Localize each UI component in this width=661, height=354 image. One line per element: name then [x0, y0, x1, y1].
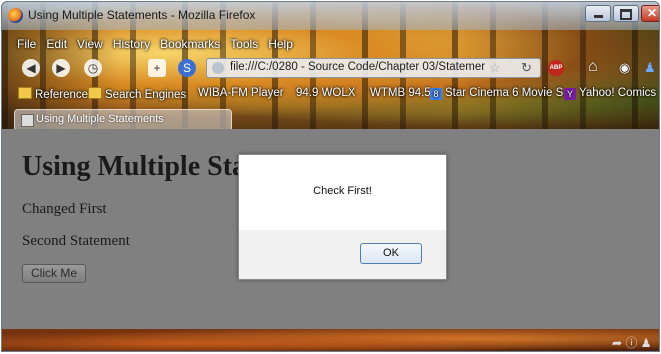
new-tab-icon[interactable]: + [148, 59, 166, 77]
browser-window: Using Multiple Statements - Mozilla Fire… [1, 1, 660, 352]
bookmark-star-cinema[interactable]: 8 Star Cinema 6 Movie S... [430, 87, 573, 100]
bookmarks-toolbar: Reference Search Engines WIBA-FM Player … [2, 84, 659, 104]
menu-edit[interactable]: Edit [45, 37, 68, 53]
page-favicon-icon [21, 114, 34, 127]
menu-bookmarks[interactable]: Bookmarks [159, 37, 221, 53]
bookmark-wiba[interactable]: WIBA-FM Player [198, 87, 284, 99]
bookmark-yahoo-comics[interactable]: Y Yahoo! Comics [564, 87, 656, 100]
minimize-button[interactable] [585, 5, 611, 22]
bookmark-reference[interactable]: Reference [18, 87, 88, 101]
page-heading: Using Multiple Sta [22, 151, 247, 182]
tab-using-multiple-statements[interactable]: Using Multiple Statements [14, 109, 232, 130]
maximize-button[interactable] [613, 5, 639, 22]
skype-icon[interactable]: S [178, 59, 196, 77]
close-button[interactable]: ✕ [641, 5, 659, 22]
menu-help[interactable]: Help [267, 37, 294, 53]
menu-file[interactable]: File [16, 37, 37, 53]
close-icon: ✕ [646, 6, 658, 20]
forward-icon[interactable]: ▶ [52, 59, 70, 77]
status-bar: ➦ ⓘ ♟ [2, 329, 659, 351]
minimize-icon [593, 15, 603, 18]
menu-tools[interactable]: Tools [229, 37, 259, 53]
url-bar[interactable]: file:///C:/0280 - Source Code/Chapter 03… [206, 58, 541, 78]
maximize-icon [620, 9, 632, 20]
reload-icon[interactable]: ↻ [521, 60, 532, 76]
adblock-icon[interactable]: ABP [548, 60, 564, 76]
home-icon[interactable]: ⌂ [588, 58, 598, 76]
info-icon[interactable]: ⓘ [625, 336, 637, 350]
share-icon[interactable]: ➦ [612, 336, 622, 350]
second-statement-text: Second Statement [22, 233, 130, 249]
tab-bar: Using Multiple Statements [2, 106, 659, 130]
navigation-toolbar: ◀ ▶ ◷ + S file:///C:/0280 - Source Code/… [2, 55, 659, 80]
window-title: Using Multiple Statements - Mozilla Fire… [28, 8, 256, 22]
status-icons: ➦ ⓘ ♟ [612, 334, 652, 351]
changed-first-text: Changed First [22, 201, 107, 217]
eye-icon[interactable]: ◉ [619, 60, 630, 76]
title-bar: Using Multiple Statements - Mozilla Fire… [2, 2, 659, 30]
url-text[interactable]: file:///C:/0280 - Source Code/Chapter 03… [230, 61, 485, 73]
bookmark-search-engines[interactable]: Search Engines [88, 87, 186, 101]
globe-icon [212, 62, 224, 74]
back-icon[interactable]: ◀ [22, 59, 40, 77]
cinema-badge-icon: 8 [430, 88, 442, 100]
history-clock-icon[interactable]: ◷ [84, 59, 102, 77]
addon-bar-icon[interactable]: ♟ [641, 336, 652, 350]
bookmark-star-icon[interactable]: ☆ [489, 60, 501, 76]
ok-button[interactable]: OK [360, 243, 422, 264]
firefox-icon [8, 8, 23, 23]
click-me-button[interactable]: Click Me [22, 264, 86, 283]
yahoo-icon: Y [564, 88, 576, 100]
bookmark-wtmb[interactable]: WTMB 94.5 [370, 87, 431, 99]
addon-icon[interactable]: ♟ [644, 60, 656, 76]
menu-history[interactable]: History [112, 37, 151, 53]
dialog-message: Check First! [313, 185, 372, 197]
dialog-message-area: Check First! [239, 155, 446, 230]
alert-dialog: Check First! OK [238, 154, 447, 280]
menu-bar: File Edit View History Bookmarks Tools H… [16, 37, 294, 53]
menu-view[interactable]: View [76, 37, 104, 53]
bookmark-wolx[interactable]: 94.9 WOLX [296, 87, 355, 99]
tab-label: Using Multiple Statements [36, 113, 164, 125]
folder-icon [18, 87, 32, 99]
folder-icon [88, 87, 102, 99]
